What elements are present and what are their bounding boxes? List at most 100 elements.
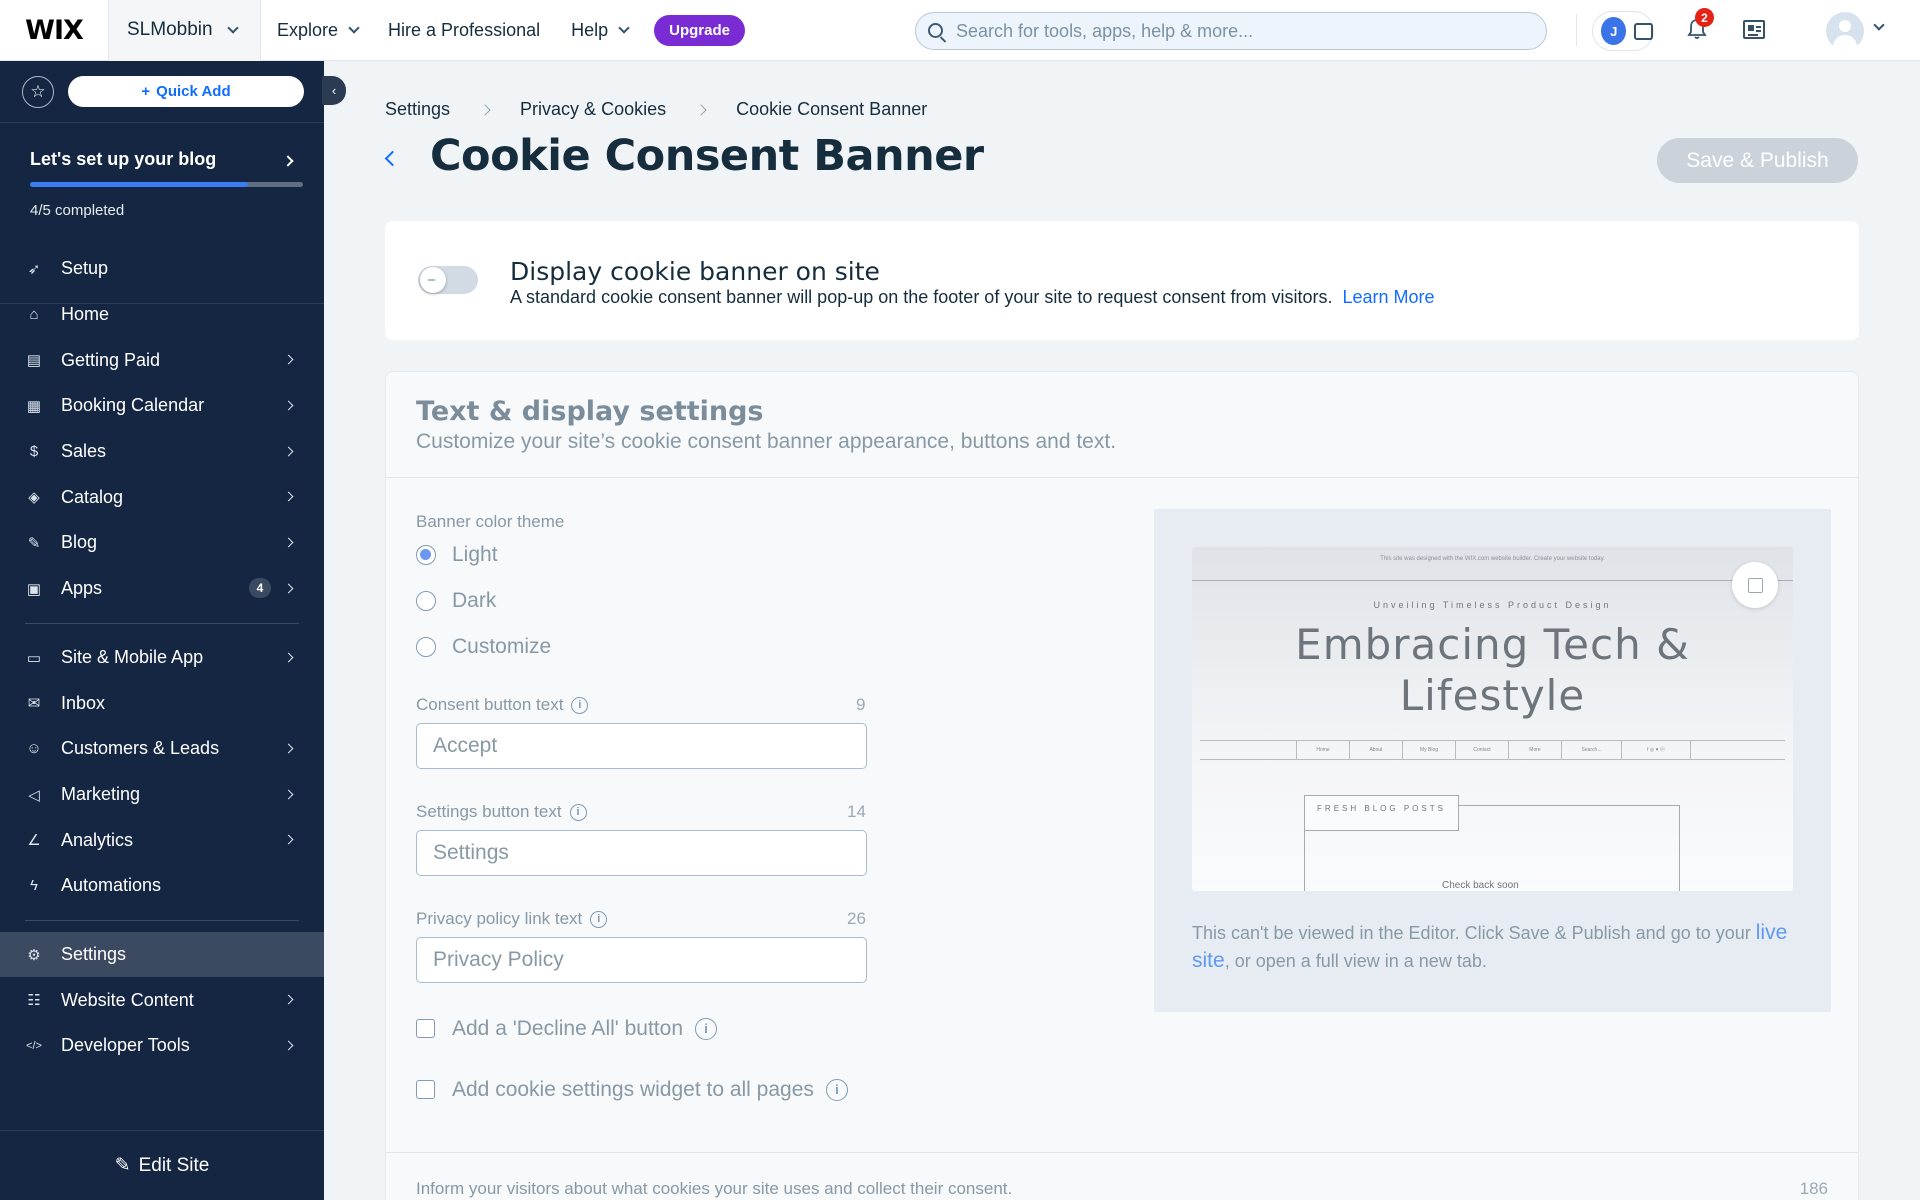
banner-preview: This site was designed with the WIX.com …: [1154, 509, 1831, 1012]
sidebar-item-label: Catalog: [61, 486, 124, 507]
setup-progress-text: 4/5 completed: [30, 202, 125, 219]
banner-message-char-count: 186: [1799, 1179, 1828, 1198]
upgrade-button[interactable]: Upgrade: [654, 14, 745, 46]
breadcrumb-settings[interactable]: Settings: [385, 99, 450, 120]
breadcrumb-privacy[interactable]: Privacy & Cookies: [520, 99, 666, 120]
customers-icon: ☺: [26, 740, 42, 758]
user-avatar[interactable]: [1826, 12, 1864, 50]
sidebar-item-analytics[interactable]: ∠ Analytics: [0, 817, 324, 863]
sidebar-item-website-content[interactable]: ☷ Website Content: [0, 977, 324, 1023]
chevron-right-icon: [283, 1040, 294, 1051]
count-badge: 4: [249, 577, 271, 598]
breadcrumb: Settings Privacy & Cookies Cookie Consen…: [385, 99, 927, 120]
radio-customize-label[interactable]: Customize: [452, 635, 551, 659]
preview-note: This can't be viewed in the Editor. Clic…: [1192, 919, 1792, 975]
setup-title: Let's set up your blog: [30, 149, 217, 169]
search-input[interactable]: Search for tools, apps, help & more...: [915, 12, 1547, 50]
preview-nav-item: Contact: [1455, 741, 1508, 759]
inbox-icon: ✉: [27, 695, 41, 713]
info-icon[interactable]: i: [825, 1079, 848, 1102]
nav-help[interactable]: Help: [571, 19, 630, 41]
avatar: J: [1601, 17, 1627, 45]
monitor-icon: ▭: [26, 649, 42, 667]
decline-all-checkbox[interactable]: [416, 1019, 435, 1038]
description-text: A standard cookie consent banner will po…: [510, 287, 1333, 307]
chat-icon: [1634, 22, 1653, 40]
display-banner-toggle[interactable]: [418, 266, 478, 294]
sidebar-item-inbox[interactable]: ✉ Inbox: [0, 680, 324, 726]
rocket-icon: ➶: [27, 261, 41, 278]
preview-nav-item: Home: [1296, 741, 1349, 759]
preview-nav-item: More: [1508, 741, 1561, 759]
nav-help-label: Help: [571, 19, 609, 40]
sidebar-item-sales[interactable]: $ Sales: [0, 429, 324, 475]
preview-social-icons: f ◎ ♥ ⓟ: [1621, 741, 1691, 759]
chevron-right-icon: [283, 652, 294, 662]
main-content: Settings Privacy & Cookies Cookie Consen…: [324, 61, 1920, 1200]
sidebar-item-home[interactable]: ⌂ Home: [0, 292, 324, 338]
open-new-tab-icon[interactable]: [1732, 562, 1778, 608]
sidebar-item-getting-paid[interactable]: ▤ Getting Paid: [0, 337, 324, 383]
wix-logo[interactable]: WIX: [0, 0, 108, 61]
learn-more-link[interactable]: Learn More: [1342, 287, 1434, 307]
info-icon[interactable]: i: [571, 697, 589, 715]
chevron-down-icon[interactable]: [1873, 19, 1885, 31]
sidebar-item-catalog[interactable]: ◈ Catalog: [0, 474, 324, 520]
sidebar-item-apps[interactable]: ▣ Apps 4: [0, 566, 324, 612]
radio-light-label[interactable]: Light: [452, 543, 498, 567]
info-icon[interactable]: i: [569, 804, 587, 822]
breadcrumb-current: Cookie Consent Banner: [736, 99, 928, 119]
sidebar-item-settings[interactable]: ⚙ Settings: [0, 931, 324, 978]
toggle-off-icon: [428, 279, 435, 281]
consent-button-input[interactable]: Accept: [416, 723, 867, 769]
search-icon: [928, 23, 943, 38]
sidebar-item-marketing[interactable]: ◁ Marketing: [0, 772, 324, 818]
sidebar-item-developer-tools[interactable]: </> Developer Tools: [0, 1023, 324, 1069]
preview-nav-item: Search...: [1561, 741, 1621, 759]
sidebar-item-blog[interactable]: ✎ Blog: [0, 520, 324, 566]
privacy-link-input[interactable]: Privacy Policy: [416, 937, 867, 983]
chevron-right-icon: [283, 834, 294, 845]
display-banner-card: Display cookie banner on site A standard…: [385, 221, 1859, 340]
back-arrow-icon[interactable]: [384, 150, 401, 167]
decline-all-label[interactable]: Add a 'Decline All' button i: [452, 1017, 717, 1041]
color-theme-label: Banner color theme: [416, 512, 565, 531]
radio-dark[interactable]: [416, 591, 436, 611]
settings-char-count: 14: [847, 802, 866, 821]
site-preview-frame: This site was designed with the WIX.com …: [1192, 547, 1793, 891]
sidebar-item-customers-leads[interactable]: ☺ Customers & Leads: [0, 726, 324, 772]
info-icon[interactable]: i: [590, 911, 608, 929]
sidebar-item-setup[interactable]: ➶ Setup: [0, 246, 324, 292]
search-placeholder: Search for tools, apps, help & more...: [956, 20, 1254, 41]
chevron-right-icon: [283, 400, 294, 411]
radio-dark-label[interactable]: Dark: [452, 589, 496, 613]
site-switcher[interactable]: SLMobbin: [108, 0, 261, 61]
sidebar-item-label: Home: [61, 304, 110, 325]
setup-progress-bar: [30, 182, 303, 187]
nav-hire-professional[interactable]: Hire a Professional: [388, 20, 540, 41]
news-icon[interactable]: [1743, 20, 1765, 39]
save-publish-button[interactable]: Save & Publish: [1657, 138, 1858, 183]
sidebar-item-booking-calendar[interactable]: ▦ Booking Calendar: [0, 383, 324, 429]
megaphone-icon: ◁: [28, 786, 40, 804]
info-icon[interactable]: i: [695, 1018, 717, 1041]
code-icon: </>: [26, 1040, 42, 1052]
nav-explore[interactable]: Explore: [277, 19, 360, 41]
sidebar-item-automations[interactable]: ϟ Automations: [0, 863, 324, 909]
preview-heading: Embracing Tech & Lifestyle: [1192, 619, 1793, 721]
privacy-label-text: Privacy policy link text: [416, 909, 583, 928]
sidebar-item-site-mobile-app[interactable]: ▭ Site & Mobile App: [0, 635, 324, 681]
settings-button-input[interactable]: Settings: [416, 830, 867, 876]
collaborators-button[interactable]: J: [1592, 11, 1654, 51]
cookie-widget-label[interactable]: Add cookie settings widget to all pages i: [452, 1078, 848, 1102]
radio-customize[interactable]: [416, 637, 436, 657]
preview-blog-title: FRESH BLOG POSTS: [1304, 795, 1459, 831]
chevron-right-icon: [283, 491, 294, 502]
top-bar: WIX SLMobbin Explore Hire a Professional…: [0, 0, 1920, 61]
edit-site-button[interactable]: ✎ Edit Site: [0, 1130, 324, 1200]
chevron-right-icon: [283, 583, 294, 594]
section-header: Text & display settings Customize your s…: [386, 372, 1858, 478]
radio-light[interactable]: [416, 545, 436, 565]
nav-explore-label: Explore: [277, 19, 339, 40]
cookie-widget-checkbox[interactable]: [416, 1080, 435, 1099]
